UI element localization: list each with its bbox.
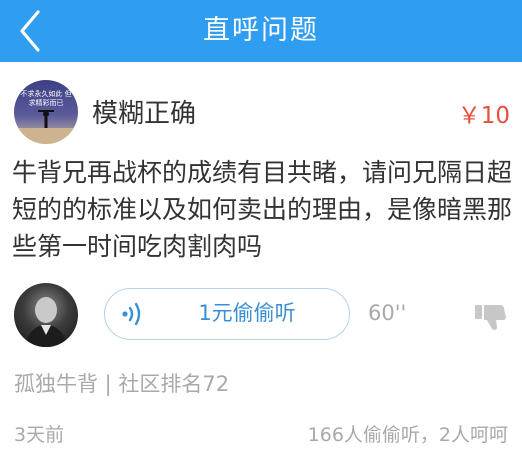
listen-stats: 166人偷偷听，2人呵呵 bbox=[307, 424, 508, 446]
posted-time: 3天前 bbox=[14, 424, 65, 446]
person-silhouette-icon bbox=[14, 110, 78, 144]
sound-wave-icon bbox=[122, 302, 141, 326]
asker-name[interactable]: 模糊正确 bbox=[92, 93, 196, 130]
answerer-avatar[interactable] bbox=[14, 283, 78, 347]
top-nav-bar: 直呼问题 bbox=[0, 0, 522, 62]
dislike-button[interactable] bbox=[474, 303, 508, 331]
audio-duration: 60'' bbox=[368, 301, 407, 325]
listen-button-label: 1元偷偷听 bbox=[198, 301, 296, 325]
asker-avatar[interactable]: 不求永久如此 但求精彩而已 bbox=[14, 80, 78, 144]
listen-button[interactable]: 1元偷偷听 bbox=[104, 288, 350, 340]
question-text: 牛背兄再战杯的成绩有目共睹，请问兄隔日超短的的标准以及如何卖出的理由，是像暗黑那… bbox=[12, 158, 513, 261]
page-title: 直呼问题 bbox=[203, 15, 319, 46]
answerer-info[interactable]: 孤独牛背 | 社区排名72 bbox=[14, 368, 229, 398]
thumbs-down-icon bbox=[475, 305, 506, 330]
portrait-image bbox=[24, 297, 68, 347]
question-price: ￥10 bbox=[457, 103, 510, 129]
